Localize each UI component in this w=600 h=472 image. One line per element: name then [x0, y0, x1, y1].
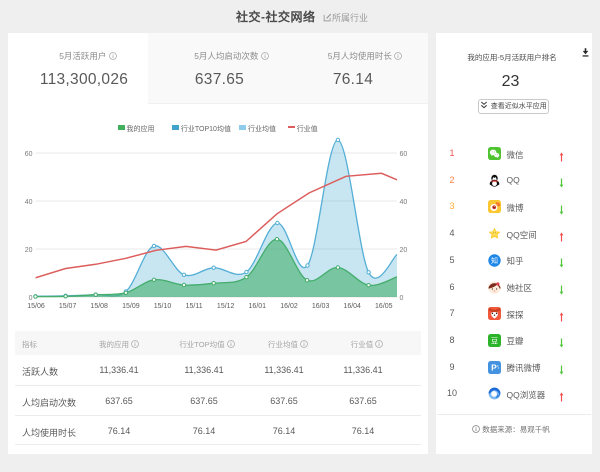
svg-text:20: 20 [400, 247, 408, 254]
svg-text:15/06: 15/06 [27, 303, 45, 310]
svg-text:15/11: 15/11 [186, 303, 203, 310]
svg-text:40: 40 [400, 199, 408, 206]
svg-text:16/05: 16/05 [375, 303, 393, 310]
svg-text:40: 40 [25, 199, 33, 206]
svg-text:20: 20 [25, 247, 33, 254]
svg-text:豆: 豆 [490, 336, 498, 345]
svg-text:15/09: 15/09 [122, 303, 140, 310]
svg-text:知: 知 [491, 256, 498, 265]
svg-text:P: P [491, 362, 497, 372]
svg-text:60: 60 [25, 151, 33, 158]
svg-text:15/07: 15/07 [59, 303, 77, 310]
svg-text:0: 0 [29, 295, 33, 302]
svg-text:16/03: 16/03 [312, 303, 330, 310]
svg-text:16/02: 16/02 [280, 303, 298, 310]
svg-text:15/10: 15/10 [154, 303, 172, 310]
svg-text:16/04: 16/04 [343, 303, 361, 310]
svg-text:0: 0 [400, 295, 404, 302]
svg-text:16/01: 16/01 [249, 303, 267, 310]
svg-text:60: 60 [400, 151, 408, 158]
svg-text:15/12: 15/12 [217, 303, 235, 310]
svg-text:15/08: 15/08 [90, 303, 108, 310]
